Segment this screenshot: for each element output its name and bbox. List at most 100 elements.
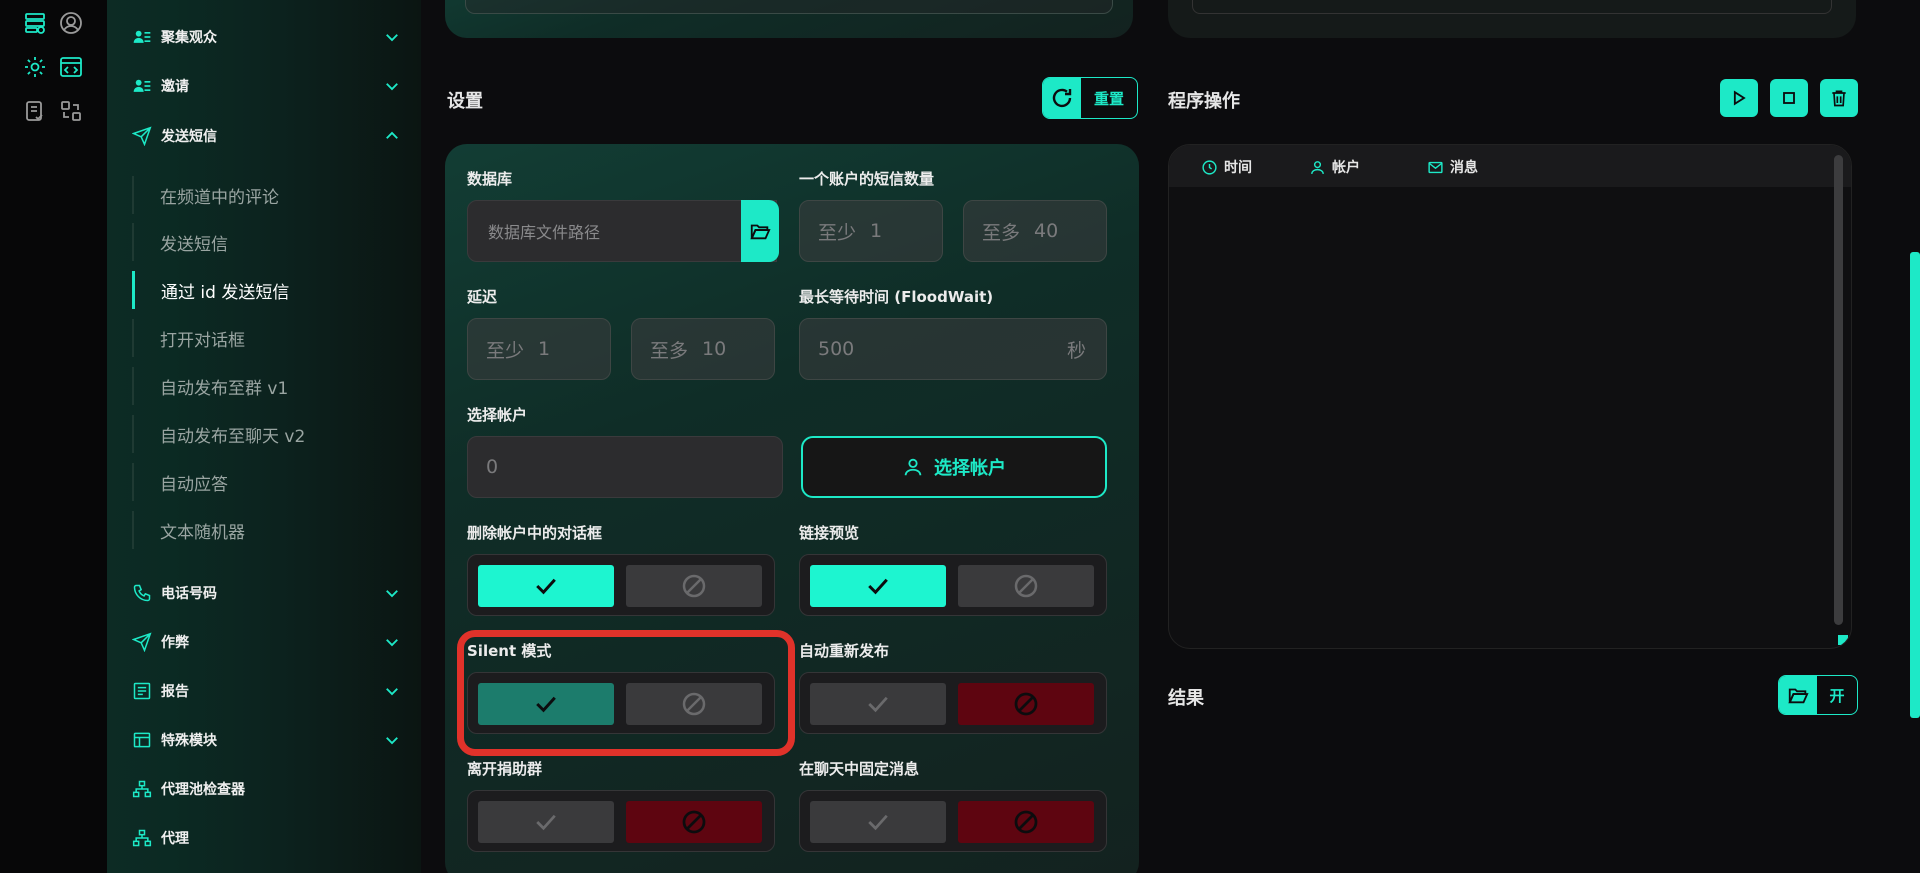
toggle-off-button[interactable] — [958, 801, 1094, 843]
delete-dialogs-toggle — [467, 554, 775, 616]
sidebar-item-send-sms-by-id[interactable]: 通过 id 发送短信 — [132, 271, 402, 309]
log-panel: 时间 帐户 消息 — [1168, 144, 1852, 649]
sidebar-group-proxy[interactable]: 代理 — [131, 823, 401, 853]
main-content: 设置 重置 数据库 数据库文件路径 一个账户的短信数量 至少 1 至多 40 延… — [421, 0, 1920, 873]
sidebar-group-report[interactable]: 报告 — [131, 676, 401, 706]
sms-per-account-label: 一个账户的短信数量 — [799, 170, 935, 188]
floodwait-unit: 秒 — [1066, 339, 1086, 362]
previous-field[interactable] — [1192, 0, 1832, 14]
settings-panel: 数据库 数据库文件路径 一个账户的短信数量 至少 1 至多 40 延迟 至少 1 — [445, 144, 1139, 873]
sidebar-group-label: 聚集观众 — [161, 30, 217, 46]
floodwait-input[interactable]: 500 秒 — [799, 318, 1107, 380]
log-column-message: 消息 — [1427, 157, 1478, 177]
toggle-off-button[interactable] — [626, 565, 762, 607]
sidebar-item-label: 在频道中的评论 — [160, 187, 279, 208]
toggle-on-button[interactable] — [478, 801, 614, 843]
toggle-on-button[interactable] — [810, 683, 946, 725]
sidebar-item-autopost-groups-v1[interactable]: 自动发布至群 v1 — [132, 367, 402, 405]
sidebar-item-autoreply[interactable]: 自动应答 — [132, 463, 402, 501]
mail-icon — [1428, 161, 1443, 173]
sidebar-group-special-modules[interactable]: 特殊模块 — [131, 725, 401, 755]
check-icon — [536, 578, 556, 595]
log-header: 时间 帐户 消息 — [1169, 145, 1851, 187]
reset-button[interactable]: 重置 — [1042, 77, 1138, 119]
floodwait-label: 最长等待时间 (FloodWait) — [799, 288, 994, 306]
convert-icon[interactable] — [58, 98, 84, 124]
clock-icon — [1202, 159, 1217, 175]
sms-max-input[interactable]: 至多 40 — [963, 200, 1107, 262]
code-window-icon[interactable] — [58, 54, 84, 80]
sms-min-input[interactable]: 至少 1 — [799, 200, 943, 262]
checklist-icon[interactable] — [22, 98, 48, 124]
sms-max-value: 40 — [1034, 220, 1059, 242]
delay-max-input[interactable]: 至多 10 — [631, 318, 775, 380]
stop-button[interactable] — [1770, 79, 1808, 117]
chevron-down-icon[interactable] — [383, 584, 401, 602]
database-path-input[interactable]: 数据库文件路径 — [467, 200, 777, 262]
report-icon — [131, 680, 153, 702]
user-icon — [904, 458, 922, 476]
leave-donor-groups-toggle — [467, 790, 775, 852]
check-icon — [868, 814, 888, 831]
chevron-down-icon[interactable] — [383, 731, 401, 749]
sidebar-group-cheat[interactable]: 作弊 — [131, 627, 401, 657]
sidebar-item-autopost-chat-v2[interactable]: 自动发布至聊天 v2 — [132, 415, 402, 453]
toggle-on-button[interactable] — [810, 565, 946, 607]
ban-icon — [1014, 692, 1038, 716]
chevron-down-icon[interactable] — [383, 633, 401, 651]
page-scrollbar[interactable] — [1908, 0, 1920, 873]
sidebar-item-open-dialogs[interactable]: 打开对话框 — [132, 319, 402, 357]
select-accounts-button-label: 选择帐户 — [934, 458, 1006, 479]
gear-icon[interactable] — [22, 54, 48, 80]
chevron-up-icon[interactable] — [383, 127, 401, 145]
sidebar-group-proxy-pool-checker[interactable]: 代理池检查器 — [131, 774, 401, 804]
user-icon — [1311, 160, 1324, 174]
sidebar-group-label: 发送短信 — [161, 129, 217, 145]
database-browse-button[interactable] — [741, 200, 779, 262]
sidebar-item-label: 自动发布至群 v1 — [160, 378, 289, 399]
previous-panel-left — [445, 0, 1133, 38]
delay-min-value: 1 — [538, 338, 551, 360]
sidebar-group-gather-audience[interactable]: 聚集观众 — [131, 22, 401, 52]
user-circle-icon[interactable] — [58, 10, 84, 36]
sidebar-item-label: 自动应答 — [160, 474, 228, 495]
delay-max-prefix: 至多 — [650, 339, 689, 362]
sidebar-group-phone-numbers[interactable]: 电话号码 — [131, 578, 401, 608]
log-scrollbar[interactable] — [1834, 155, 1843, 625]
toggle-on-button[interactable] — [478, 565, 614, 607]
sidebar-item-label: 文本随机器 — [160, 522, 245, 543]
stop-icon — [1783, 92, 1795, 104]
ban-icon — [1014, 574, 1038, 598]
users-list-icon — [131, 75, 153, 97]
sms-min-value: 1 — [870, 220, 883, 242]
toggle-off-button[interactable] — [626, 801, 762, 843]
select-accounts-button[interactable]: 选择帐户 — [801, 436, 1107, 498]
toggle-off-button[interactable] — [958, 565, 1094, 607]
silent-mode-highlight — [457, 630, 795, 756]
folder-open-icon — [1779, 676, 1817, 714]
page-scrollbar-thumb[interactable] — [1910, 252, 1920, 718]
sidebar-item-text-randomizer[interactable]: 文本随机器 — [132, 511, 402, 549]
clear-log-button[interactable] — [1820, 79, 1858, 117]
send-check-icon — [131, 631, 153, 653]
sidebar-item-label: 打开对话框 — [160, 330, 245, 351]
sidebar-item-channel-comments[interactable]: 在频道中的评论 — [132, 176, 402, 214]
chevron-down-icon[interactable] — [383, 28, 401, 46]
database-list-icon[interactable] — [22, 10, 48, 36]
delay-min-input[interactable]: 至少 1 — [467, 318, 611, 380]
start-button[interactable] — [1720, 79, 1758, 117]
sidebar-item-send-sms[interactable]: 发送短信 — [132, 223, 402, 261]
sidebar-group-invite[interactable]: 邀请 — [131, 71, 401, 101]
resize-handle[interactable] — [1838, 635, 1848, 645]
network-icon — [131, 827, 153, 849]
sidebar-group-send-sms[interactable]: 发送短信 — [131, 121, 401, 151]
ban-icon — [682, 810, 706, 834]
message-textarea[interactable] — [465, 0, 1113, 14]
open-result-button[interactable]: 开 — [1778, 675, 1858, 715]
toggle-off-button[interactable] — [958, 683, 1094, 725]
open-result-label: 开 — [1829, 686, 1845, 705]
toggle-on-button[interactable] — [810, 801, 946, 843]
chevron-down-icon[interactable] — [383, 682, 401, 700]
chevron-down-icon[interactable] — [383, 77, 401, 95]
link-preview-toggle — [799, 554, 1107, 616]
